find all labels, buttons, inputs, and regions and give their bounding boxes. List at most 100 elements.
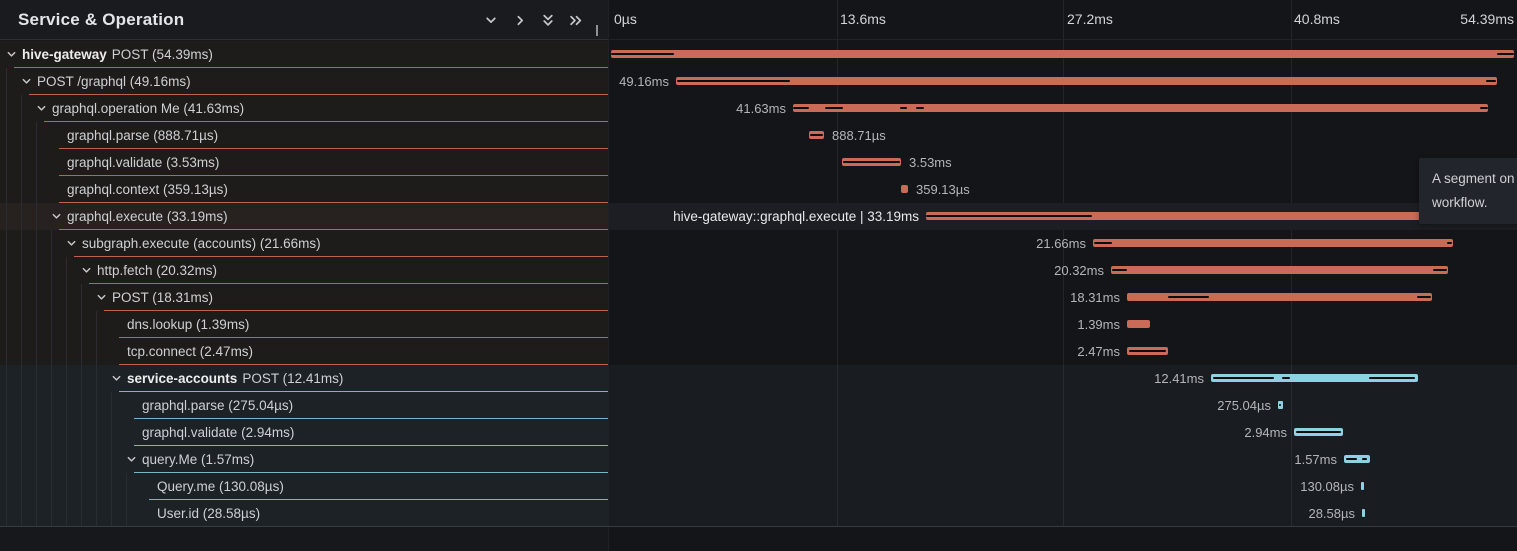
span-row-left[interactable]: graphql.parse (275.04µs) [0, 392, 608, 419]
critical-path-segment[interactable] [916, 107, 924, 109]
span-row-left[interactable]: User.id (28.58µs) [0, 500, 608, 527]
chevron-slot[interactable] [36, 95, 52, 122]
critical-path-segment[interactable] [1168, 296, 1209, 298]
span-row-left[interactable]: graphql.validate (2.94ms) [0, 419, 608, 446]
critical-path-segment[interactable] [1369, 377, 1415, 379]
span-row-left[interactable]: graphql.execute (33.19ms) [0, 203, 608, 230]
critical-path-segment[interactable] [1480, 107, 1488, 109]
span-row-timeline[interactable]: 275.04µs [609, 392, 1517, 419]
span-row-left[interactable]: POST /graphql (49.16ms) [0, 68, 608, 95]
critical-path-segment[interactable] [1129, 350, 1166, 352]
span-row-left[interactable]: subgraph.execute (accounts) (21.66ms) [0, 230, 608, 257]
span-duration-bar[interactable] [1361, 482, 1364, 490]
critical-path-segment[interactable] [1112, 269, 1127, 271]
critical-path-segment[interactable] [611, 53, 674, 55]
collapse-chevron-icon[interactable] [81, 265, 92, 276]
chevron-down-icon[interactable] [484, 14, 498, 27]
critical-path-segment[interactable] [1213, 377, 1274, 379]
span-duration-label: 12.41ms [1154, 371, 1204, 386]
critical-path-segment[interactable] [1447, 242, 1452, 244]
span-row-left[interactable]: hive-gatewayPOST (54.39ms) [0, 41, 608, 68]
critical-path-segment[interactable] [1282, 377, 1290, 379]
span-row-timeline[interactable]: 130.08µs [609, 473, 1517, 500]
chevron-right-icon[interactable] [513, 14, 527, 27]
indent-guide [96, 419, 111, 446]
span-row-left[interactable]: query.Me (1.57ms) [0, 446, 608, 473]
critical-path-segment[interactable] [1346, 458, 1357, 460]
service-operation-title: Service & Operation [18, 10, 184, 30]
collapse-chevron-icon[interactable] [126, 454, 137, 465]
indent-guide [21, 176, 36, 203]
span-row-timeline[interactable]: 3.53ms [609, 149, 1517, 176]
span-row-timeline[interactable] [609, 41, 1517, 68]
span-row-left[interactable]: graphql.parse (888.71µs) [0, 122, 608, 149]
span-row-left[interactable]: dns.lookup (1.39ms) [0, 311, 608, 338]
span-row-timeline[interactable]: 41.63ms [609, 95, 1517, 122]
span-duration-bar[interactable] [1111, 266, 1448, 274]
span-duration-bar[interactable] [901, 185, 908, 193]
critical-path-segment[interactable] [900, 107, 907, 109]
span-row-left[interactable]: Query.me (130.08µs) [0, 473, 608, 500]
span-row-left[interactable]: graphql.operation Me (41.63ms) [0, 95, 608, 122]
span-row-left[interactable]: POST (18.31ms) [0, 284, 608, 311]
span-duration-bar[interactable] [793, 104, 1488, 112]
collapse-chevron-icon[interactable] [21, 76, 32, 87]
critical-path-segment[interactable] [1296, 431, 1341, 433]
chevron-slot[interactable] [81, 257, 97, 284]
critical-path-segment[interactable] [1486, 80, 1496, 82]
critical-path-segment[interactable] [1279, 404, 1281, 406]
span-duration-bar[interactable] [676, 77, 1497, 85]
collapse-chevron-icon[interactable] [96, 292, 107, 303]
span-row-timeline[interactable]: 2.94ms [609, 419, 1517, 446]
chevron-slot[interactable] [6, 41, 22, 68]
critical-path-segment[interactable] [843, 161, 900, 163]
span-row-timeline[interactable]: 1.57ms [609, 446, 1517, 473]
chevron-slot[interactable] [51, 203, 67, 230]
critical-path-segment[interactable] [825, 107, 843, 109]
critical-path-segment[interactable] [1362, 458, 1367, 460]
collapse-chevron-icon[interactable] [111, 373, 122, 384]
span-row-left[interactable]: graphql.context (359.13µs) [0, 176, 608, 203]
span-row-left[interactable]: http.fetch (20.32ms) [0, 257, 608, 284]
chevron-slot[interactable] [96, 284, 112, 311]
span-duration-bar[interactable] [1362, 509, 1365, 517]
critical-path-segment[interactable] [810, 134, 823, 136]
double-chevron-down-icon[interactable] [541, 14, 555, 27]
double-chevron-right-icon[interactable] [569, 14, 583, 27]
span-row-timeline[interactable]: 49.16ms [609, 68, 1517, 95]
chevron-slot[interactable] [21, 68, 37, 95]
span-duration-bar[interactable] [611, 50, 1514, 58]
span-row-left[interactable]: tcp.connect (2.47ms) [0, 338, 608, 365]
span-row-timeline[interactable]: 18.31ms [609, 284, 1517, 311]
span-duration-bar[interactable] [1093, 239, 1453, 247]
collapse-chevron-icon[interactable] [51, 211, 62, 222]
span-row-timeline[interactable]: 359.13µs [609, 176, 1517, 203]
chevron-slot[interactable] [66, 230, 82, 257]
span-duration-bar[interactable] [1127, 320, 1150, 328]
chevron-slot[interactable] [111, 365, 127, 392]
panel-resize-grip-icon[interactable] [596, 23, 604, 34]
indent-guide [51, 338, 66, 365]
critical-path-segment[interactable] [1417, 296, 1431, 298]
span-row-timeline[interactable]: hive-gateway::graphql.execute | 33.19ms [609, 203, 1517, 230]
collapse-chevron-icon[interactable] [66, 238, 77, 249]
span-row-timeline[interactable]: 2.47ms [609, 338, 1517, 365]
critical-path-segment[interactable] [677, 80, 790, 82]
critical-path-segment[interactable] [926, 215, 1092, 217]
critical-path-segment[interactable] [1433, 269, 1447, 271]
span-row-timeline[interactable]: 20.32ms [609, 257, 1517, 284]
span-row-timeline[interactable]: 1.39ms [609, 311, 1517, 338]
collapse-chevron-icon[interactable] [36, 103, 47, 114]
critical-path-segment[interactable] [1094, 242, 1112, 244]
collapse-chevron-icon[interactable] [6, 49, 17, 60]
critical-path-segment[interactable] [793, 107, 809, 109]
chevron-slot[interactable] [126, 446, 142, 473]
critical-path-segment[interactable] [1497, 53, 1514, 55]
span-duration-label: 49.16ms [619, 74, 669, 89]
span-row-timeline[interactable]: 888.71µs [609, 122, 1517, 149]
span-row-timeline[interactable]: 21.66ms [609, 230, 1517, 257]
span-row-left[interactable]: graphql.validate (3.53ms) [0, 149, 608, 176]
span-row-left[interactable]: service-accountsPOST (12.41ms) [0, 365, 608, 392]
span-row-timeline[interactable]: 12.41ms [609, 365, 1517, 392]
span-row-timeline[interactable]: 28.58µs [609, 500, 1517, 527]
